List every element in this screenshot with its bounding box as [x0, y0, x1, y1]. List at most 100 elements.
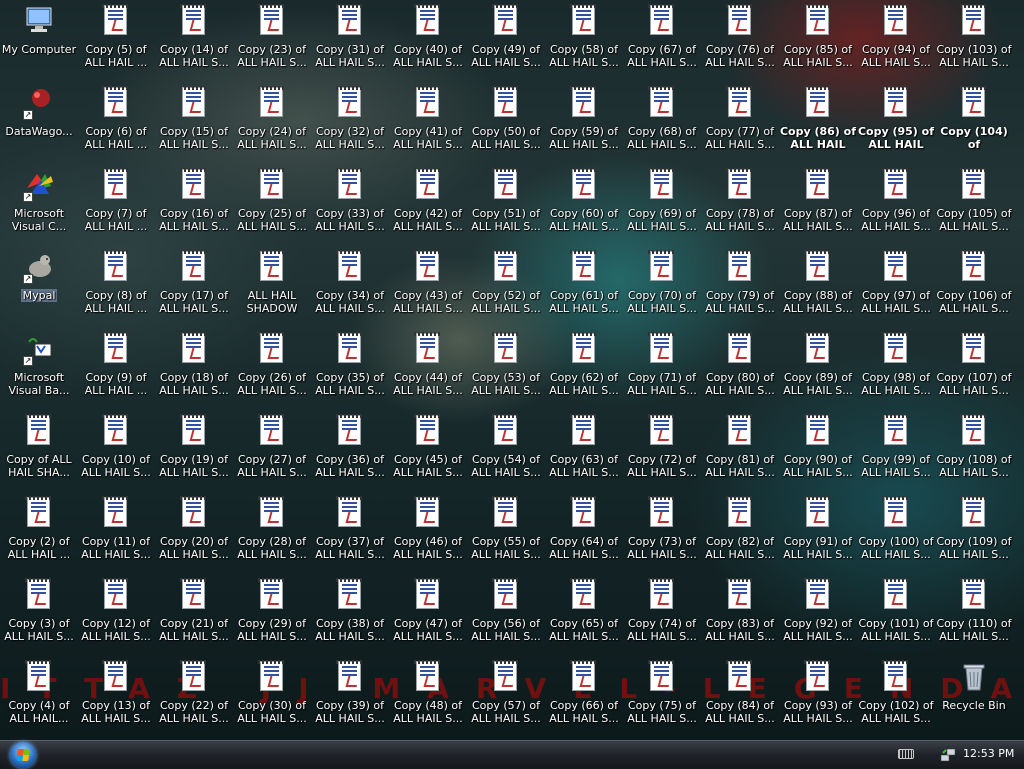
desktop-icon[interactable]: Copy (9) of ALL HAIL ...: [77, 330, 155, 406]
desktop-icon[interactable]: Copy (13) of ALL HAIL S...: [77, 658, 155, 734]
desktop-icon[interactable]: My Computer: [0, 2, 78, 78]
desktop-icon[interactable]: Copy (60) of ALL HAIL S...: [545, 166, 623, 242]
desktop-icon[interactable]: Copy (43) of ALL HAIL S...: [389, 248, 467, 324]
desktop-icon[interactable]: Copy (11) of ALL HAIL S...: [77, 494, 155, 570]
desktop-icon[interactable]: Copy (59) of ALL HAIL S...: [545, 84, 623, 160]
desktop-icon[interactable]: Copy (70) of ALL HAIL S...: [623, 248, 701, 324]
desktop-icon[interactable]: Copy (108) of ALL HAIL S...: [935, 412, 1013, 488]
desktop-icon[interactable]: Copy (51) of ALL HAIL S...: [467, 166, 545, 242]
desktop-icon[interactable]: Copy (2) of ALL HAIL ...: [0, 494, 78, 570]
desktop-icon[interactable]: Copy (4) of ALL HAIL...: [0, 658, 78, 734]
desktop-icon[interactable]: Copy (36) of ALL HAIL S...: [311, 412, 389, 488]
desktop-icon[interactable]: Copy (33) of ALL HAIL S...: [311, 166, 389, 242]
desktop-icon[interactable]: Copy (38) of ALL HAIL S...: [311, 576, 389, 652]
desktop-icon[interactable]: Copy (93) of ALL HAIL S...: [779, 658, 857, 734]
desktop-icon[interactable]: Copy (97) of ALL HAIL S...: [857, 248, 935, 324]
desktop-icon[interactable]: Copy (14) of ALL HAIL S...: [155, 2, 233, 78]
desktop-icon[interactable]: Copy (3) of ALL HAIL S...: [0, 576, 78, 652]
desktop-icon[interactable]: Copy (29) of ALL HAIL S...: [233, 576, 311, 652]
desktop-icon[interactable]: Copy (55) of ALL HAIL S...: [467, 494, 545, 570]
keyboard-icon[interactable]: [898, 749, 914, 759]
desktop-icon[interactable]: Copy (109) of ALL HAIL S...: [935, 494, 1013, 570]
desktop-icon[interactable]: Copy (79) of ALL HAIL S...: [701, 248, 779, 324]
desktop-icon[interactable]: Copy (72) of ALL HAIL S...: [623, 412, 701, 488]
desktop-icon[interactable]: Copy (82) of ALL HAIL S...: [701, 494, 779, 570]
desktop-icon[interactable]: Copy (85) of ALL HAIL S...: [779, 2, 857, 78]
desktop-icon[interactable]: Copy (62) of ALL HAIL S...: [545, 330, 623, 406]
desktop-icon[interactable]: Copy (98) of ALL HAIL S...: [857, 330, 935, 406]
desktop-icon[interactable]: Copy (73) of ALL HAIL S...: [623, 494, 701, 570]
desktop-icon[interactable]: Copy (91) of ALL HAIL S...: [779, 494, 857, 570]
desktop-icon[interactable]: Copy (30) of ALL HAIL S...: [233, 658, 311, 734]
desktop-icon[interactable]: Copy (63) of ALL HAIL S...: [545, 412, 623, 488]
desktop-icon[interactable]: Copy (58) of ALL HAIL S...: [545, 2, 623, 78]
desktop-icon[interactable]: Copy (78) of ALL HAIL S...: [701, 166, 779, 242]
desktop-icon[interactable]: Copy (105) of ALL HAIL S...: [935, 166, 1013, 242]
desktop-icon[interactable]: Copy (8) of ALL HAIL ...: [77, 248, 155, 324]
desktop-icon[interactable]: Copy (89) of ALL HAIL S...: [779, 330, 857, 406]
desktop-icon[interactable]: Copy (17) of ALL HAIL S...: [155, 248, 233, 324]
desktop-icon[interactable]: ↗ DataWago...: [0, 84, 78, 160]
desktop-icon[interactable]: Copy (26) of ALL HAIL S...: [233, 330, 311, 406]
desktop-icon[interactable]: Copy (16) of ALL HAIL S...: [155, 166, 233, 242]
desktop[interactable]: ITTAZ JJ MARVEL-LEGENDA My Computer↗Data…: [0, 0, 1024, 740]
desktop-icon[interactable]: Copy (76) of ALL HAIL S...: [701, 2, 779, 78]
desktop-icon[interactable]: Copy (77) of ALL HAIL S...: [701, 84, 779, 160]
desktop-icon[interactable]: Copy (56) of ALL HAIL S...: [467, 576, 545, 652]
desktop-icon[interactable]: Copy (5) of ALL HAIL ...: [77, 2, 155, 78]
desktop-icon[interactable]: Copy (47) of ALL HAIL S...: [389, 576, 467, 652]
desktop-icon[interactable]: Copy (74) of ALL HAIL S...: [623, 576, 701, 652]
desktop-icon[interactable]: Copy (32) of ALL HAIL S...: [311, 84, 389, 160]
desktop-icon[interactable]: Copy (68) of ALL HAIL S...: [623, 84, 701, 160]
desktop-icon[interactable]: Copy (52) of ALL HAIL S...: [467, 248, 545, 324]
desktop-icon[interactable]: ↗ Microsoft Visual Ba...: [0, 330, 78, 406]
desktop-icon[interactable]: Recycle Bin: [935, 658, 1013, 734]
desktop-icon[interactable]: Copy (48) of ALL HAIL S...: [389, 658, 467, 734]
desktop-icon[interactable]: Copy (19) of ALL HAIL S...: [155, 412, 233, 488]
desktop-icon[interactable]: Copy (110) of ALL HAIL S...: [935, 576, 1013, 652]
desktop-icon[interactable]: Copy (69) of ALL HAIL S...: [623, 166, 701, 242]
desktop-icon[interactable]: Copy (64) of ALL HAIL S...: [545, 494, 623, 570]
desktop-icon[interactable]: Copy (49) of ALL HAIL S...: [467, 2, 545, 78]
desktop-icon[interactable]: Copy (61) of ALL HAIL S...: [545, 248, 623, 324]
desktop-icon[interactable]: Copy of ALL HAIL SHA...: [0, 412, 78, 488]
desktop-icon[interactable]: Copy (24) of ALL HAIL S...: [233, 84, 311, 160]
desktop-icon[interactable]: Copy (92) of ALL HAIL S...: [779, 576, 857, 652]
desktop-icon[interactable]: Copy (15) of ALL HAIL S...: [155, 84, 233, 160]
desktop-icon[interactable]: Copy (96) of ALL HAIL S...: [857, 166, 935, 242]
desktop-icon[interactable]: ↗ Mypal: [0, 248, 78, 324]
desktop-icon[interactable]: Copy (7) of ALL HAIL ...: [77, 166, 155, 242]
desktop-icon[interactable]: Copy (75) of ALL HAIL S...: [623, 658, 701, 734]
desktop-icon[interactable]: Copy (107) of ALL HAIL S...: [935, 330, 1013, 406]
desktop-icon[interactable]: Copy (83) of ALL HAIL S...: [701, 576, 779, 652]
desktop-icon[interactable]: Copy (94) of ALL HAIL S...: [857, 2, 935, 78]
desktop-icon[interactable]: Copy (57) of ALL HAIL S...: [467, 658, 545, 734]
desktop-icon[interactable]: Copy (44) of ALL HAIL S...: [389, 330, 467, 406]
desktop-icon[interactable]: Copy (99) of ALL HAIL S...: [857, 412, 935, 488]
desktop-icon[interactable]: Copy (102) of ALL HAIL S...: [857, 658, 935, 734]
desktop-icon[interactable]: Copy (12) of ALL HAIL S...: [77, 576, 155, 652]
desktop-icon[interactable]: Copy (71) of ALL HAIL S...: [623, 330, 701, 406]
desktop-icon[interactable]: Copy (40) of ALL HAIL S...: [389, 2, 467, 78]
desktop-icon[interactable]: Copy (65) of ALL HAIL S...: [545, 576, 623, 652]
network-icon[interactable]: [940, 747, 956, 763]
desktop-icon[interactable]: Copy (22) of ALL HAIL S...: [155, 658, 233, 734]
desktop-icon[interactable]: Copy (21) of ALL HAIL S...: [155, 576, 233, 652]
desktop-icon[interactable]: Copy (84) of ALL HAIL S...: [701, 658, 779, 734]
desktop-icon[interactable]: Copy (95) of ALL HAIL S...: [857, 84, 935, 160]
desktop-icon[interactable]: Copy (80) of ALL HAIL S...: [701, 330, 779, 406]
desktop-icon[interactable]: Copy (100) of ALL HAIL S...: [857, 494, 935, 570]
desktop-icon[interactable]: Copy (90) of ALL HAIL S...: [779, 412, 857, 488]
desktop-icon[interactable]: Copy (54) of ALL HAIL S...: [467, 412, 545, 488]
desktop-icon[interactable]: Copy (42) of ALL HAIL S...: [389, 166, 467, 242]
desktop-icon[interactable]: Copy (10) of ALL HAIL S...: [77, 412, 155, 488]
desktop-icon[interactable]: Copy (20) of ALL HAIL S...: [155, 494, 233, 570]
desktop-icon[interactable]: Copy (35) of ALL HAIL S...: [311, 330, 389, 406]
desktop-icon[interactable]: Copy (86) of ALL HAIL S...: [779, 84, 857, 160]
desktop-icon[interactable]: Copy (37) of ALL HAIL S...: [311, 494, 389, 570]
desktop-icon[interactable]: Copy (103) of ALL HAIL S...: [935, 2, 1013, 78]
desktop-icon[interactable]: Copy (88) of ALL HAIL S...: [779, 248, 857, 324]
desktop-icon[interactable]: Copy (101) of ALL HAIL S...: [857, 576, 935, 652]
desktop-icon[interactable]: Copy (31) of ALL HAIL S...: [311, 2, 389, 78]
desktop-icon[interactable]: ALL HAIL SHADOW: [233, 248, 311, 324]
